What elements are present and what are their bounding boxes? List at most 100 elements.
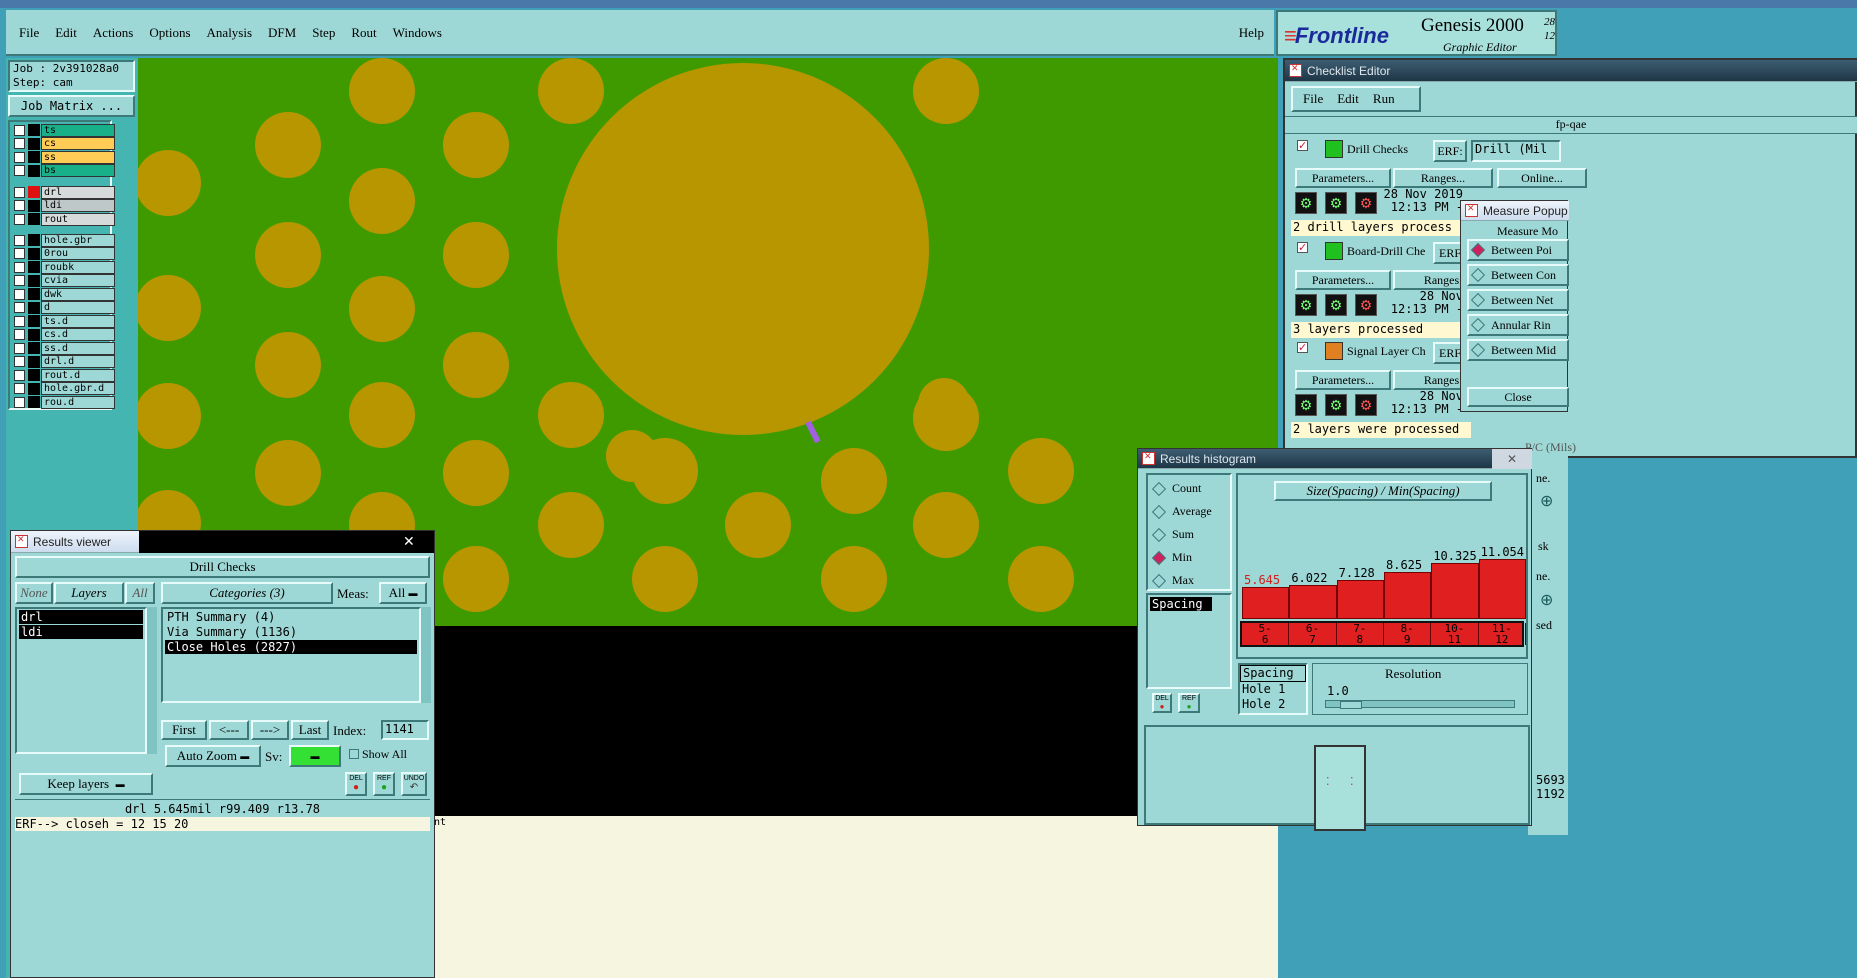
- category-scrollbar[interactable]: [421, 607, 431, 703]
- parameters-button[interactable]: Parameters...: [1295, 270, 1391, 290]
- measure-option[interactable]: Between Net: [1467, 289, 1569, 311]
- del-button[interactable]: DEL ●: [345, 772, 367, 796]
- layer-checkbox[interactable]: [14, 186, 25, 198]
- layer-name[interactable]: roubk: [41, 260, 115, 274]
- layer-color-swatch[interactable]: [28, 301, 40, 314]
- histogram-mode-max[interactable]: Max: [1151, 573, 1194, 588]
- measure-option[interactable]: Between Poi: [1467, 239, 1569, 261]
- layer-name[interactable]: drl: [41, 185, 115, 199]
- last-button[interactable]: Last: [291, 720, 329, 740]
- next-button[interactable]: --->: [251, 720, 289, 740]
- layer-row-cvia[interactable]: cvia: [14, 274, 115, 287]
- run-stop-icon[interactable]: ⚙: [1355, 192, 1377, 214]
- ranges-button[interactable]: Ranges...: [1393, 168, 1493, 188]
- layer-row-rout[interactable]: rout: [14, 212, 115, 226]
- layer-name[interactable]: 0rou: [41, 247, 115, 260]
- layer-color-swatch[interactable]: [28, 151, 40, 163]
- layer-name[interactable]: rout: [41, 212, 115, 226]
- histogram-mode-sum[interactable]: Sum: [1151, 527, 1194, 542]
- layer-name[interactable]: ts: [41, 123, 115, 137]
- check-enabled-checkbox[interactable]: ✓: [1297, 242, 1308, 254]
- layer-row-cs.d[interactable]: cs.d: [14, 328, 115, 341]
- run-stop-icon[interactable]: ⚙: [1355, 294, 1377, 316]
- show-all-checkbox[interactable]: [349, 749, 359, 759]
- histogram-list-item[interactable]: Spacing: [1150, 597, 1212, 611]
- online-button[interactable]: Online...: [1497, 168, 1587, 188]
- layer-color-swatch[interactable]: [28, 355, 40, 368]
- run-icon[interactable]: ⚙: [1295, 394, 1317, 416]
- help-menu[interactable]: Help: [1239, 25, 1264, 41]
- checklist-menu-edit[interactable]: Edit: [1337, 91, 1359, 107]
- menu-options[interactable]: Options: [149, 25, 190, 41]
- layer-checkbox[interactable]: [14, 302, 25, 313]
- layer-row-rout.d[interactable]: rout.d: [14, 368, 115, 382]
- resolution-slider-thumb[interactable]: [1340, 701, 1362, 709]
- prev-button[interactable]: <---: [209, 720, 249, 740]
- layer-row-ldi[interactable]: ldi: [14, 199, 115, 212]
- layer-checkbox[interactable]: [14, 124, 25, 136]
- layer-name[interactable]: hole.gbr.d: [41, 382, 115, 395]
- none-button[interactable]: None: [15, 582, 53, 604]
- layer-checkbox[interactable]: [14, 200, 25, 211]
- layer-color-swatch[interactable]: [28, 396, 40, 408]
- histogram-bar[interactable]: [1431, 563, 1479, 619]
- menu-windows[interactable]: Windows: [393, 25, 442, 41]
- run-stop-icon[interactable]: ⚙: [1355, 394, 1377, 416]
- layer-color-swatch[interactable]: [28, 274, 40, 287]
- menu-edit[interactable]: Edit: [55, 25, 77, 41]
- layer-name[interactable]: ldi: [41, 199, 115, 212]
- result-layer-item[interactable]: ldi: [19, 625, 143, 639]
- run-icon[interactable]: ⚙: [1295, 192, 1317, 214]
- layer-checkbox[interactable]: [14, 356, 25, 367]
- layer-color-swatch[interactable]: [28, 213, 40, 225]
- close-icon[interactable]: ✕: [1492, 449, 1532, 469]
- categories-button[interactable]: Categories (3): [161, 582, 333, 604]
- histogram-sub-item[interactable]: Hole 1: [1240, 682, 1306, 697]
- layer-color-swatch[interactable]: [28, 382, 40, 395]
- check-name[interactable]: Signal Layer Ch: [1347, 344, 1426, 359]
- layer-row-rou.d[interactable]: rou.d: [14, 395, 115, 409]
- layer-row-ss[interactable]: ss: [14, 150, 115, 164]
- layer-color-swatch[interactable]: [28, 199, 40, 212]
- histogram-mode-min[interactable]: Min: [1151, 550, 1192, 565]
- histogram-mode-count[interactable]: Count: [1151, 481, 1201, 496]
- check-name[interactable]: Drill Checks: [1347, 142, 1408, 157]
- layer-name[interactable]: d: [41, 301, 115, 314]
- histogram-sub-item[interactable]: Spacing: [1240, 665, 1306, 682]
- layer-checkbox[interactable]: [14, 261, 25, 273]
- job-matrix-button[interactable]: Job Matrix ...: [8, 95, 135, 117]
- layer-checkbox[interactable]: [14, 315, 25, 327]
- layer-color-swatch[interactable]: [28, 315, 40, 327]
- layer-name[interactable]: hole.gbr: [41, 233, 115, 247]
- zoom-icon[interactable]: ⊕: [1540, 491, 1566, 513]
- measure-option[interactable]: Between Con: [1467, 264, 1569, 286]
- layer-row-bs[interactable]: bs: [14, 164, 115, 177]
- histogram-bar[interactable]: [1336, 580, 1384, 619]
- menu-analysis[interactable]: Analysis: [207, 25, 253, 41]
- layer-color-swatch[interactable]: [28, 234, 40, 246]
- layer-row-d[interactable]: d: [14, 301, 115, 314]
- layer-name[interactable]: ss.d: [41, 341, 115, 355]
- hist-ref-button[interactable]: REF ●: [1178, 693, 1200, 713]
- menu-actions[interactable]: Actions: [93, 25, 133, 41]
- layers-button[interactable]: Layers: [54, 582, 124, 604]
- keep-layers-dropdown[interactable]: Keep layers ▬: [19, 773, 153, 795]
- measure-option[interactable]: Between Mid: [1467, 339, 1569, 361]
- layer-checkbox[interactable]: [14, 329, 25, 340]
- check-name[interactable]: Board-Drill Che: [1347, 244, 1425, 259]
- measure-option[interactable]: Annular Rin: [1467, 314, 1569, 336]
- layer-name[interactable]: cs.d: [41, 328, 115, 341]
- layer-checkbox[interactable]: [14, 383, 25, 394]
- layer-color-swatch[interactable]: [28, 137, 40, 150]
- category-item[interactable]: PTH Summary (4): [165, 610, 417, 624]
- histogram-bar[interactable]: [1478, 559, 1526, 619]
- menu-step[interactable]: Step: [312, 25, 335, 41]
- sv-color-dropdown[interactable]: ▬: [289, 745, 341, 767]
- layer-row-hole.gbr.d[interactable]: hole.gbr.d: [14, 382, 115, 395]
- hist-del-button[interactable]: DEL ●: [1152, 693, 1172, 713]
- layer-checkbox[interactable]: [14, 396, 25, 408]
- layer-list-scrollbar[interactable]: [147, 607, 157, 754]
- result-layer-item[interactable]: drl: [19, 610, 143, 624]
- layer-checkbox[interactable]: [14, 138, 25, 149]
- category-item[interactable]: Close Holes (2827): [165, 640, 417, 654]
